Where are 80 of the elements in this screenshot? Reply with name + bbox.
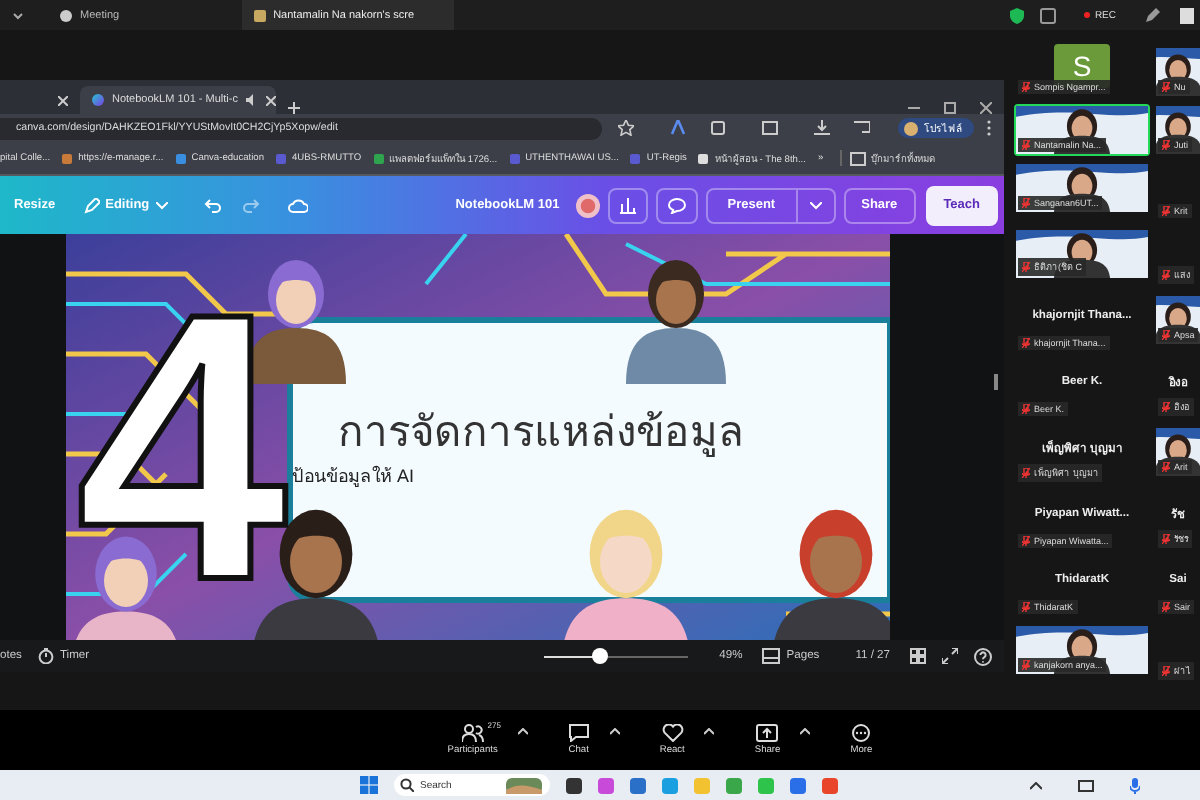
restore-icon[interactable] <box>944 102 956 114</box>
shield-icon[interactable] <box>1010 7 1025 23</box>
star-icon[interactable] <box>618 120 634 136</box>
muted-microphone-icon <box>1162 666 1170 676</box>
menu-icon[interactable] <box>986 120 992 136</box>
search-icon <box>400 778 414 792</box>
muted-microphone-icon <box>1022 82 1030 92</box>
avatar <box>904 121 918 135</box>
muted-microphone-icon <box>1162 270 1170 280</box>
muted-microphone-icon <box>1022 660 1030 670</box>
slide-title: การจัดการแหล่งข้อมูล <box>338 408 744 461</box>
site-icon <box>92 94 104 106</box>
muted-microphone-icon <box>1162 602 1170 612</box>
bookmark-icon <box>62 153 73 163</box>
bookmark-icon <box>698 153 709 163</box>
heart-icon <box>661 724 684 742</box>
chevron-icon[interactable] <box>12 9 24 21</box>
speaker-icon <box>245 94 258 106</box>
muted-microphone-icon <box>1162 140 1170 150</box>
bookmark-icon <box>175 153 186 163</box>
cast-icon[interactable] <box>854 120 870 136</box>
muted-microphone-icon <box>1162 330 1170 340</box>
muted-microphone-icon <box>1162 402 1170 412</box>
muted-microphone-icon <box>1022 468 1030 478</box>
more-icon <box>850 724 873 742</box>
network-icon[interactable] <box>1078 779 1094 791</box>
tab-icon <box>60 9 72 21</box>
fullscreen-icon[interactable] <box>942 648 958 664</box>
comment-icon <box>667 197 686 213</box>
muted-microphone-icon <box>1162 82 1170 92</box>
muted-microphone-icon <box>1022 602 1030 612</box>
close-icon[interactable] <box>980 102 992 114</box>
avatar[interactable] <box>575 193 600 217</box>
window-icon[interactable] <box>1040 7 1057 23</box>
cloud-icon[interactable] <box>287 197 308 213</box>
pen-icon[interactable] <box>1144 7 1160 23</box>
grid-view-icon[interactable] <box>910 648 926 664</box>
microphone-icon[interactable] <box>1130 777 1140 793</box>
puzzle-icon[interactable] <box>710 120 726 136</box>
help-icon[interactable] <box>974 647 992 665</box>
chart-icon <box>619 197 636 213</box>
muted-microphone-icon <box>1022 404 1030 414</box>
share-screen-icon <box>756 724 779 742</box>
bookmark-icon <box>373 153 384 163</box>
scrollbar-thumb[interactable] <box>994 374 998 390</box>
comment-button[interactable] <box>655 187 698 223</box>
close-icon[interactable] <box>265 95 276 105</box>
muted-microphone-icon <box>1022 140 1030 150</box>
muted-microphone-icon <box>1022 198 1030 208</box>
bookmark-icon <box>509 153 520 163</box>
sidebar-icon[interactable] <box>762 120 778 136</box>
undo-icon[interactable] <box>203 197 222 213</box>
timer-icon <box>37 648 54 664</box>
muted-microphone-icon <box>1022 338 1030 348</box>
pages-icon <box>762 648 781 664</box>
muted-microphone-icon <box>1022 536 1030 546</box>
slide-subtitle: ป้อนข้อมูลให้ AI <box>292 463 415 490</box>
muted-microphone-icon <box>1162 462 1170 472</box>
muted-microphone-icon <box>1022 262 1030 272</box>
windows-start-icon[interactable] <box>360 776 378 794</box>
insights-button[interactable] <box>607 187 648 223</box>
people-icon <box>461 724 484 742</box>
muted-microphone-icon <box>1162 206 1170 216</box>
bookmark-icon <box>276 153 287 163</box>
caret-icon[interactable] <box>1030 781 1042 789</box>
close-icon[interactable] <box>58 95 68 105</box>
extension-icon[interactable] <box>670 120 686 136</box>
caret-icon <box>809 201 822 209</box>
caret-icon <box>155 201 168 209</box>
new-tab-icon[interactable] <box>288 102 300 114</box>
present-options-button[interactable] <box>797 187 836 223</box>
minimize-icon[interactable] <box>908 102 920 114</box>
chat-icon <box>567 724 590 742</box>
panel-icon[interactable] <box>1180 7 1194 23</box>
folder-icon <box>849 151 866 165</box>
pencil-icon <box>83 197 100 213</box>
bookmark-icon <box>630 153 641 163</box>
tab-icon <box>253 9 266 21</box>
muted-microphone-icon <box>1162 534 1170 544</box>
download-icon[interactable] <box>814 120 830 136</box>
